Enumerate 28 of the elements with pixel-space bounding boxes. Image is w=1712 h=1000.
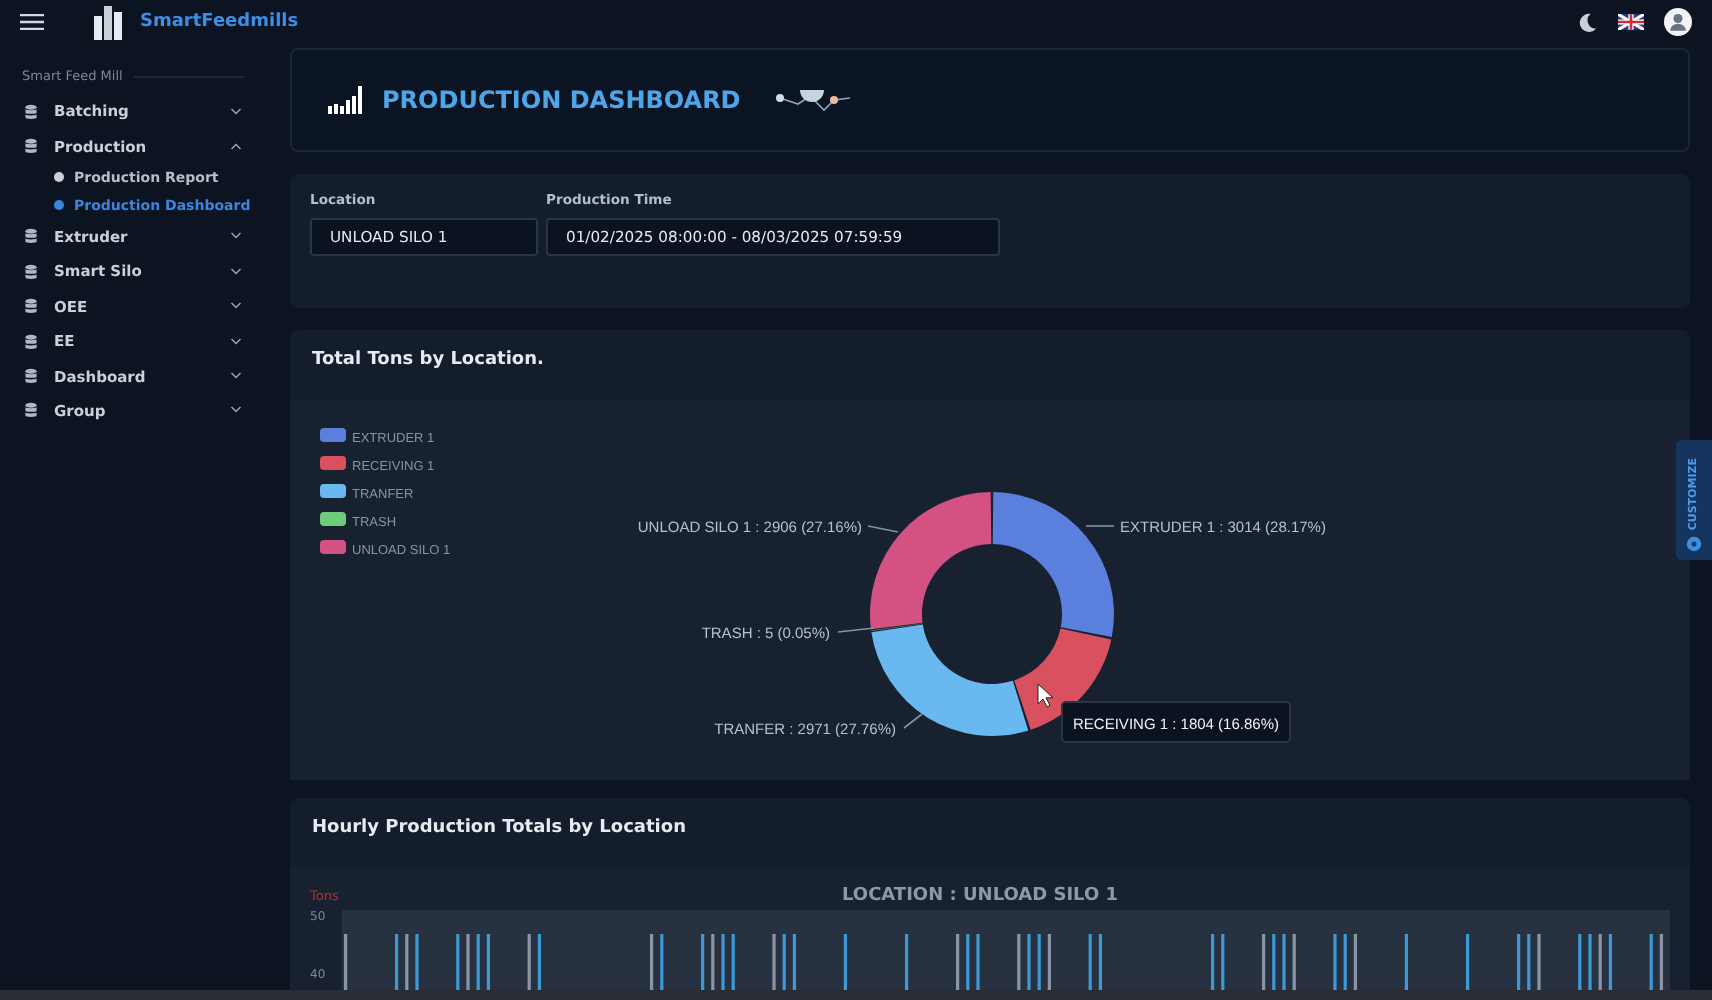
donut-slice[interactable] <box>992 492 1114 637</box>
chart-title: LOCATION : UNLOAD SILO 1 <box>840 886 1120 906</box>
uk-flag-icon[interactable] <box>1618 14 1644 30</box>
leader-line <box>837 627 875 633</box>
database-icon <box>24 402 38 419</box>
database-icon <box>24 103 38 120</box>
leader-line <box>903 713 923 729</box>
avatar-icon[interactable] <box>1664 8 1692 36</box>
cursor-icon <box>1037 683 1054 708</box>
settings-icon <box>1686 536 1702 552</box>
card-title: Total Tons by Location. <box>310 348 546 374</box>
donut-slice[interactable] <box>871 623 923 631</box>
leader-line <box>867 525 899 533</box>
buildings-logo-icon <box>92 4 124 40</box>
signal-bars-icon <box>328 86 364 114</box>
network-drawing <box>774 86 855 114</box>
database-icon <box>24 298 38 315</box>
database-icon <box>24 228 38 245</box>
leader-line <box>1085 525 1115 527</box>
moon-icon[interactable] <box>1576 11 1598 33</box>
page-title: PRODUCTION DASHBOARD <box>382 86 741 114</box>
card-title: Hourly Production Totals by Location <box>310 816 688 842</box>
brand-name: SmartFeedmills <box>140 12 299 32</box>
database-icon <box>24 333 38 350</box>
database-icon <box>24 368 38 385</box>
menu-icon[interactable] <box>20 12 44 32</box>
database-icon <box>24 263 38 280</box>
database-icon <box>24 138 38 155</box>
